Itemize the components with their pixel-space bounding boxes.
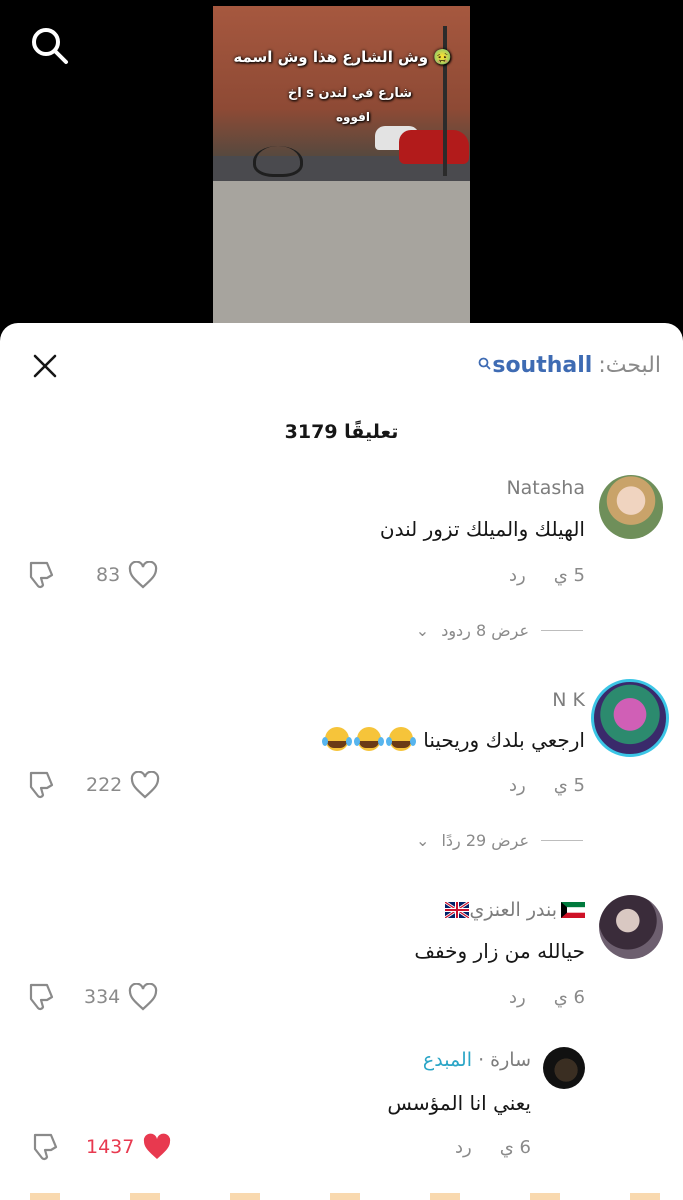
comment-author[interactable]: Natasha bbox=[506, 477, 585, 499]
view-replies-label: عرض 29 ردًا bbox=[441, 831, 529, 850]
comment-author[interactable]: سارة · المبدع bbox=[423, 1049, 531, 1071]
view-replies-label: عرض 8 ردود bbox=[441, 621, 529, 640]
emoji-bar-edge bbox=[0, 1193, 683, 1200]
like-count: 83 bbox=[96, 564, 121, 586]
reply-button[interactable]: رد bbox=[509, 987, 526, 1008]
heart-icon bbox=[129, 561, 158, 589]
like-button[interactable]: 1437 bbox=[86, 1133, 172, 1161]
uk-flag-icon bbox=[445, 902, 470, 918]
creator-badge: المبدع bbox=[422, 1049, 473, 1071]
comment-text-content: ارجعي بلدك وريحينا bbox=[423, 728, 585, 752]
search-term-group[interactable]: southall bbox=[478, 353, 592, 378]
video-caption-2: اخ s شارع في لندن bbox=[287, 86, 412, 101]
comments-sheet: البحث: southall 3179 تعليقًا Natasha اله… bbox=[0, 323, 683, 1200]
kuwait-flag-icon bbox=[561, 902, 585, 918]
view-replies-button[interactable]: عرض 29 ردًا ⌄ bbox=[416, 831, 583, 850]
like-count: 222 bbox=[86, 774, 123, 796]
dislike-icon[interactable] bbox=[26, 559, 58, 591]
comment-time: 5 ي bbox=[553, 565, 585, 586]
search-small-icon bbox=[478, 357, 491, 370]
like-count: 334 bbox=[84, 986, 121, 1008]
video-caption-3: افووه bbox=[335, 110, 370, 124]
comment-meta: 6 ي رد bbox=[455, 1137, 531, 1158]
comment-text: الهيلك والميلك تزور لندن bbox=[379, 517, 585, 541]
laughing-emoji-icon bbox=[321, 727, 349, 751]
video-car-red bbox=[399, 130, 469, 164]
divider-line bbox=[541, 630, 583, 631]
comment-time: 6 ي bbox=[553, 987, 585, 1008]
heart-icon bbox=[131, 771, 160, 799]
like-count: 1437 bbox=[86, 1136, 135, 1158]
author-name: بندر العنزي bbox=[469, 899, 557, 921]
like-button[interactable]: 334 bbox=[84, 983, 158, 1011]
laughing-emoji-icon bbox=[385, 727, 413, 751]
avatar[interactable] bbox=[543, 1047, 585, 1089]
heart-filled-icon bbox=[144, 1133, 171, 1159]
dislike-icon[interactable] bbox=[30, 1131, 62, 1163]
comment-text: ارجعي بلدك وريحينا bbox=[321, 727, 585, 752]
comment-meta: 5 ي رد bbox=[509, 775, 585, 796]
chevron-down-icon: ⌄ bbox=[416, 831, 430, 850]
close-icon[interactable] bbox=[30, 351, 60, 381]
heart-icon bbox=[129, 983, 158, 1011]
divider-line bbox=[541, 840, 583, 841]
comment-author[interactable]: N K bbox=[552, 689, 585, 711]
video-cyclist bbox=[253, 146, 303, 177]
video-caption-1: وش الشارع هذا وش اسمه 🤢 bbox=[233, 48, 452, 66]
laughing-emoji-icon bbox=[353, 727, 381, 751]
reply-button[interactable]: رد bbox=[509, 775, 526, 796]
avatar[interactable] bbox=[599, 895, 663, 959]
avatar[interactable] bbox=[599, 475, 663, 539]
author-separator: · bbox=[478, 1049, 485, 1071]
comment-text: حيالله من زار وخفف bbox=[414, 939, 585, 963]
search-prefix: البحث: bbox=[598, 353, 661, 378]
comment-meta: 6 ي رد bbox=[509, 987, 585, 1008]
search-term: southall bbox=[492, 353, 593, 378]
comment-text: يعني انا المؤسس bbox=[387, 1091, 531, 1115]
comment-time: 5 ي bbox=[553, 775, 585, 796]
dislike-icon[interactable] bbox=[26, 981, 58, 1013]
search-icon[interactable] bbox=[28, 24, 70, 66]
avatar[interactable] bbox=[591, 679, 669, 757]
like-button[interactable]: 222 bbox=[86, 771, 160, 799]
related-search-link[interactable]: البحث: southall bbox=[478, 353, 661, 378]
comment-meta: 5 ي رد bbox=[509, 565, 585, 586]
author-name: سارة bbox=[490, 1049, 531, 1071]
comment-author[interactable]: بندر العنزي bbox=[441, 899, 585, 921]
dislike-icon[interactable] bbox=[26, 769, 58, 801]
comment-time: 6 ي bbox=[499, 1137, 531, 1158]
reply-button[interactable]: رد bbox=[455, 1137, 472, 1158]
video-frame[interactable]: وش الشارع هذا وش اسمه 🤢 اخ s شارع في لند… bbox=[213, 6, 470, 326]
chevron-down-icon: ⌄ bbox=[415, 621, 430, 640]
reply-button[interactable]: رد bbox=[509, 565, 526, 586]
comment-count: 3179 تعليقًا bbox=[284, 421, 399, 443]
view-replies-button[interactable]: عرض 8 ردود ⌄ bbox=[416, 621, 583, 640]
video-pavement bbox=[213, 181, 470, 326]
like-button[interactable]: 83 bbox=[96, 561, 158, 589]
